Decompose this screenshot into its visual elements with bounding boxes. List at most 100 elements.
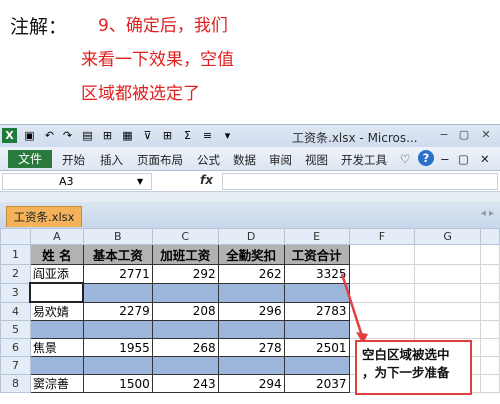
select-all-corner[interactable] — [0, 228, 31, 245]
minimize-icon[interactable]: − — [436, 128, 452, 142]
tab-formulas[interactable]: 公式 — [197, 152, 220, 168]
column-header-d[interactable]: D — [217, 228, 285, 245]
formula-input[interactable] — [222, 173, 498, 190]
callout-line-2: ，为下一步准备 — [362, 365, 450, 380]
cell-d6[interactable]: 278 — [217, 338, 285, 357]
cell-a2[interactable]: 阎亚添 — [29, 264, 84, 284]
callout-box: 空白区域被选中 ，为下一步准备 — [355, 340, 472, 395]
annotation-line-2: 来看一下效果，空值 — [81, 50, 234, 70]
cell-c3[interactable] — [151, 282, 219, 303]
cell-d2[interactable]: 262 — [217, 264, 285, 284]
row-header-6[interactable]: 6 — [0, 338, 31, 357]
column-header-f[interactable]: F — [348, 228, 416, 245]
cell-c8[interactable]: 243 — [151, 374, 219, 393]
tab-page-layout[interactable]: 页面布局 — [137, 152, 183, 168]
row-header-1[interactable]: 1 — [0, 244, 31, 265]
cell-b7[interactable] — [82, 356, 153, 375]
collapse-ribbon-icon[interactable]: ♡ — [400, 152, 410, 166]
cell-e1[interactable]: 工资合计 — [283, 244, 350, 265]
annotation-line-1: 9、确定后，我们 — [98, 16, 228, 36]
tab-data[interactable]: 数据 — [233, 152, 256, 168]
redo-icon[interactable]: ↷ — [60, 128, 75, 143]
cell-d1[interactable]: 全勤奖扣 — [217, 244, 285, 265]
restore-icon[interactable]: ▢ — [456, 128, 472, 142]
image-icon[interactable]: ▦ — [120, 128, 135, 143]
cell-d3[interactable] — [217, 282, 285, 303]
help-icon[interactable]: ? — [418, 150, 434, 166]
chevron-down-icon[interactable]: ▼ — [137, 174, 143, 189]
sort-icon[interactable]: ≡ — [200, 128, 215, 143]
ribbon-minimize-icon[interactable]: − — [440, 152, 450, 166]
formula-bar: A3 ▼ fx — [0, 171, 500, 192]
fx-icon[interactable]: fx — [200, 173, 213, 187]
tab-home[interactable]: 开始 — [62, 152, 85, 168]
callout-line-1: 空白区域被选中 — [362, 347, 450, 362]
column-header-e[interactable]: E — [283, 228, 350, 245]
callout-arrow-icon — [340, 273, 368, 344]
cell-a1[interactable]: 姓 名 — [29, 244, 84, 265]
tab-insert[interactable]: 插入 — [100, 152, 123, 168]
row-header-5[interactable]: 5 — [0, 320, 31, 339]
tab-file[interactable]: 文件 — [8, 150, 52, 168]
format-painter-icon[interactable]: ⊞ — [100, 128, 115, 143]
cell-c2[interactable]: 292 — [151, 264, 219, 284]
cell-b4[interactable]: 2279 — [82, 301, 153, 321]
cell-c4[interactable]: 208 — [151, 301, 219, 321]
row-header-2[interactable]: 2 — [0, 264, 31, 284]
cell-d4[interactable]: 296 — [217, 301, 285, 321]
print-preview-icon[interactable]: ▤ — [80, 128, 95, 143]
cell-e8[interactable]: 2037 — [283, 374, 350, 393]
tab-review[interactable]: 审阅 — [269, 152, 292, 168]
excel-app-icon[interactable]: X — [2, 128, 17, 143]
cell-f1[interactable] — [348, 244, 416, 265]
row-header-3[interactable]: 3 — [0, 282, 31, 303]
customize-qat-icon[interactable]: ▾ — [220, 128, 235, 143]
quick-access-toolbar: X ▣ ↶ ↷ ▤ ⊞ ▦ ⊽ ⊞ Σ ≡ ▾ 工资条.xlsx - Micro… — [0, 125, 500, 147]
cell-d7[interactable] — [217, 356, 285, 375]
cell-b6[interactable]: 1955 — [82, 338, 153, 357]
cell-a5[interactable] — [29, 320, 84, 339]
cell-c1[interactable]: 加班工资 — [151, 244, 219, 265]
cell-d8[interactable]: 294 — [217, 374, 285, 393]
cell-b3[interactable] — [82, 282, 153, 303]
borders-icon[interactable]: ⊞ — [160, 128, 175, 143]
cell-a7[interactable] — [29, 356, 84, 375]
cell-b5[interactable] — [82, 320, 153, 339]
name-box[interactable]: A3 ▼ — [2, 173, 152, 190]
cell-a6[interactable]: 焦景 — [29, 338, 84, 357]
cell-g1[interactable] — [414, 244, 482, 265]
cell-e7[interactable] — [283, 356, 350, 375]
cell-a3-active[interactable] — [29, 282, 85, 303]
save-icon[interactable]: ▣ — [22, 128, 37, 143]
workbook-tab-bar: 工资条.xlsx ◂ ▸ — [0, 202, 500, 228]
name-box-value: A3 — [59, 175, 74, 188]
filter-icon[interactable]: ⊽ — [140, 128, 155, 143]
tab-view[interactable]: 视图 — [305, 152, 328, 168]
cell-c6[interactable]: 268 — [151, 338, 219, 357]
undo-icon[interactable]: ↶ — [42, 128, 57, 143]
row-header-8[interactable]: 8 — [0, 374, 31, 393]
column-header-g[interactable]: G — [414, 228, 482, 245]
cell-c5[interactable] — [151, 320, 219, 339]
cell-d5[interactable] — [217, 320, 285, 339]
close-icon[interactable]: ✕ — [478, 128, 494, 142]
annotation-label: 注解： — [10, 16, 68, 38]
tab-developer[interactable]: 开发工具 — [341, 152, 387, 168]
ribbon-close-icon[interactable]: ✕ — [480, 152, 490, 166]
cell-b2[interactable]: 2771 — [82, 264, 153, 284]
window-title: 工资条.xlsx - Micros... — [292, 131, 418, 145]
autosum-icon[interactable]: Σ — [180, 128, 195, 143]
workbook-tab[interactable]: 工资条.xlsx — [6, 206, 82, 227]
cell-a8[interactable]: 窦淙善 — [29, 374, 84, 393]
cell-a4[interactable]: 易欢婧 — [29, 301, 84, 321]
row-header-4[interactable]: 4 — [0, 301, 31, 321]
column-header-c[interactable]: C — [151, 228, 219, 245]
row-header-7[interactable]: 7 — [0, 356, 31, 375]
scroll-arrows-icon[interactable]: ◂ ▸ — [481, 208, 494, 219]
ribbon-restore-icon[interactable]: ▢ — [458, 152, 469, 166]
cell-c7[interactable] — [151, 356, 219, 375]
column-header-b[interactable]: B — [82, 228, 153, 245]
cell-b1[interactable]: 基本工资 — [82, 244, 153, 265]
cell-b8[interactable]: 1500 — [82, 374, 153, 393]
column-header-a[interactable]: A — [29, 228, 84, 245]
